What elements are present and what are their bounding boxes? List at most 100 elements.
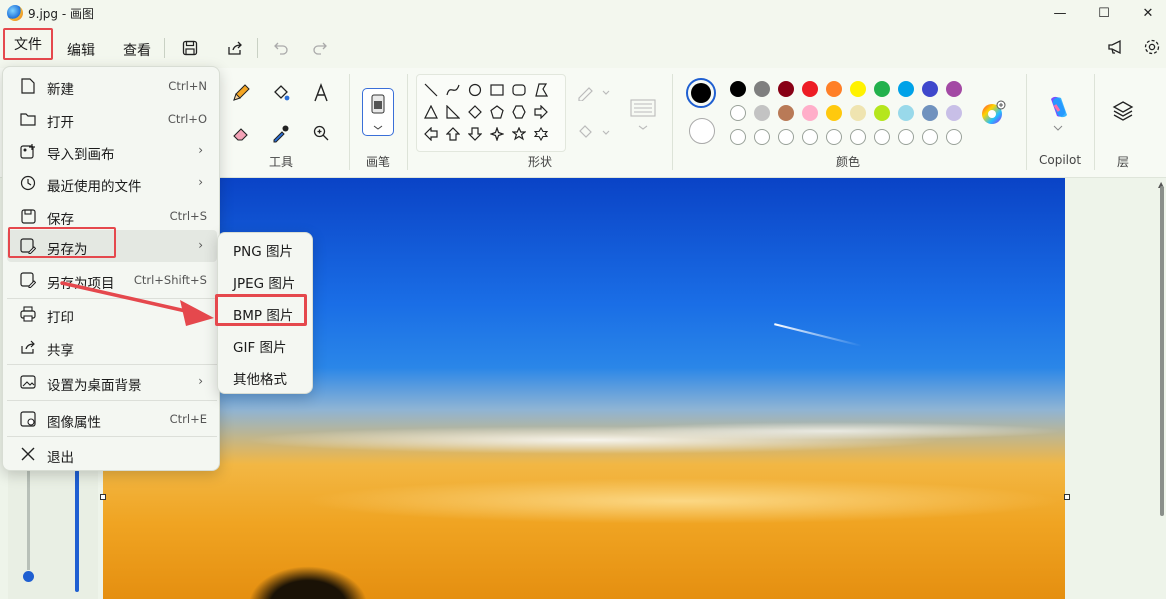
file-menu-print[interactable]: 打印 (7, 298, 217, 330)
brush-size-slider[interactable] (75, 470, 79, 592)
save-as-highlight-box (8, 227, 116, 258)
hexagon-shape-icon[interactable] (510, 103, 528, 121)
color-swatch[interactable] (826, 105, 842, 121)
color-swatch[interactable] (850, 129, 866, 145)
pencil-icon[interactable] (228, 80, 254, 106)
curve-shape-icon[interactable] (444, 81, 462, 99)
file-menu-new[interactable]: 新建 Ctrl+N (7, 70, 217, 102)
line-shape-icon[interactable] (422, 81, 440, 99)
six-point-star-shape-icon[interactable] (532, 125, 550, 143)
fill-bucket-icon[interactable] (268, 80, 294, 106)
save-as-png[interactable]: PNG 图片 (222, 235, 310, 265)
menu-divider (7, 436, 217, 437)
save-as-jpeg[interactable]: JPEG 图片 (222, 267, 310, 297)
close-button[interactable]: ✕ (1125, 0, 1166, 26)
right-arrow-shape-icon[interactable] (532, 103, 550, 121)
gear-icon[interactable] (1141, 36, 1163, 58)
rectangle-shape-icon[interactable] (488, 81, 506, 99)
file-menu-exit[interactable]: 退出 (7, 438, 217, 470)
file-menu-share[interactable]: 共享 (7, 331, 217, 363)
outline-style-icon[interactable] (576, 80, 612, 106)
color-swatch[interactable] (874, 81, 890, 97)
color-swatch[interactable] (922, 81, 938, 97)
zoom-slider-thumb[interactable] (23, 571, 34, 582)
color-swatch[interactable] (898, 129, 914, 145)
color-swatch[interactable] (778, 81, 794, 97)
rounded-rectangle-shape-icon[interactable] (510, 81, 528, 99)
color-swatch[interactable] (850, 81, 866, 97)
canvas-resize-handle[interactable] (1064, 494, 1070, 500)
ribbon-divider (1094, 74, 1095, 170)
file-menu-open[interactable]: 打开 Ctrl+O (7, 103, 217, 135)
megaphone-icon[interactable] (1105, 36, 1127, 58)
layers-icon[interactable] (1110, 98, 1136, 124)
menu-view[interactable]: 查看 (123, 40, 151, 60)
vertical-scrollbar[interactable] (1160, 186, 1164, 516)
color-swatch[interactable] (874, 105, 890, 121)
minimize-button[interactable]: — (1037, 0, 1083, 26)
four-point-star-shape-icon[interactable] (488, 125, 506, 143)
primary-color-swatch[interactable] (686, 78, 716, 108)
save-icon[interactable] (179, 37, 201, 59)
canvas-resize-handle[interactable] (100, 494, 106, 500)
fill-style-icon[interactable] (576, 120, 612, 146)
copilot-icon[interactable] (1044, 92, 1074, 122)
oval-shape-icon[interactable] (466, 81, 484, 99)
color-swatch[interactable] (802, 105, 818, 121)
maximize-button[interactable]: ☐ (1081, 0, 1127, 26)
file-menu-recent[interactable]: 最近使用的文件 › (7, 167, 217, 199)
color-swatch[interactable] (922, 129, 938, 145)
color-swatch[interactable] (778, 129, 794, 145)
menu-edit[interactable]: 编辑 (67, 40, 95, 60)
copilot-chevron-icon[interactable] (1050, 122, 1066, 134)
color-swatch[interactable] (754, 105, 770, 121)
color-swatch[interactable] (754, 81, 770, 97)
zoom-slider-track[interactable] (27, 470, 30, 570)
color-swatch[interactable] (946, 105, 962, 121)
color-swatch[interactable] (778, 105, 794, 121)
color-swatch[interactable] (826, 81, 842, 97)
shapes-gallery[interactable] (416, 74, 566, 152)
brushes-button[interactable] (362, 88, 394, 136)
file-menu-import[interactable]: 导入到画布 › (7, 135, 217, 167)
redo-icon[interactable] (309, 37, 331, 59)
color-swatch[interactable] (730, 129, 746, 145)
color-picker-icon[interactable] (268, 120, 294, 146)
stroke-size-icon[interactable] (628, 90, 658, 134)
file-menu-save-as-project[interactable]: 另存为项目 Ctrl+Shift+S (7, 264, 217, 296)
color-swatch[interactable] (730, 81, 746, 97)
edit-colors-icon[interactable] (979, 99, 1007, 127)
share-icon[interactable] (224, 37, 246, 59)
color-swatch[interactable] (874, 129, 890, 145)
menu-file[interactable]: 文件 (3, 28, 53, 60)
eraser-icon[interactable] (228, 120, 254, 146)
five-point-star-shape-icon[interactable] (510, 125, 528, 143)
file-menu-image-properties[interactable]: 图像属性 Ctrl+E (7, 403, 217, 435)
color-swatch[interactable] (802, 81, 818, 97)
color-swatch[interactable] (898, 105, 914, 121)
text-tool-icon[interactable] (308, 80, 334, 106)
color-swatch[interactable] (946, 129, 962, 145)
color-swatch[interactable] (826, 129, 842, 145)
undo-icon[interactable] (270, 37, 292, 59)
color-swatch[interactable] (898, 81, 914, 97)
save-as-other-formats[interactable]: 其他格式 (222, 363, 310, 393)
color-swatch[interactable] (754, 129, 770, 145)
file-menu-set-desktop-background[interactable]: 设置为桌面背景 › (7, 366, 217, 398)
polygon-shape-icon[interactable] (532, 81, 550, 99)
pentagon-shape-icon[interactable] (488, 103, 506, 121)
color-swatch[interactable] (922, 105, 938, 121)
save-as-gif[interactable]: GIF 图片 (222, 331, 310, 361)
right-triangle-shape-icon[interactable] (444, 103, 462, 121)
down-arrow-shape-icon[interactable] (466, 125, 484, 143)
color-swatch[interactable] (802, 129, 818, 145)
up-arrow-shape-icon[interactable] (444, 125, 462, 143)
diamond-shape-icon[interactable] (466, 103, 484, 121)
secondary-color-swatch[interactable] (689, 118, 715, 144)
color-swatch[interactable] (730, 105, 746, 121)
magnifier-icon[interactable] (308, 120, 334, 146)
color-swatch[interactable] (850, 105, 866, 121)
color-swatch[interactable] (946, 81, 962, 97)
left-arrow-shape-icon[interactable] (422, 125, 440, 143)
triangle-shape-icon[interactable] (422, 103, 440, 121)
